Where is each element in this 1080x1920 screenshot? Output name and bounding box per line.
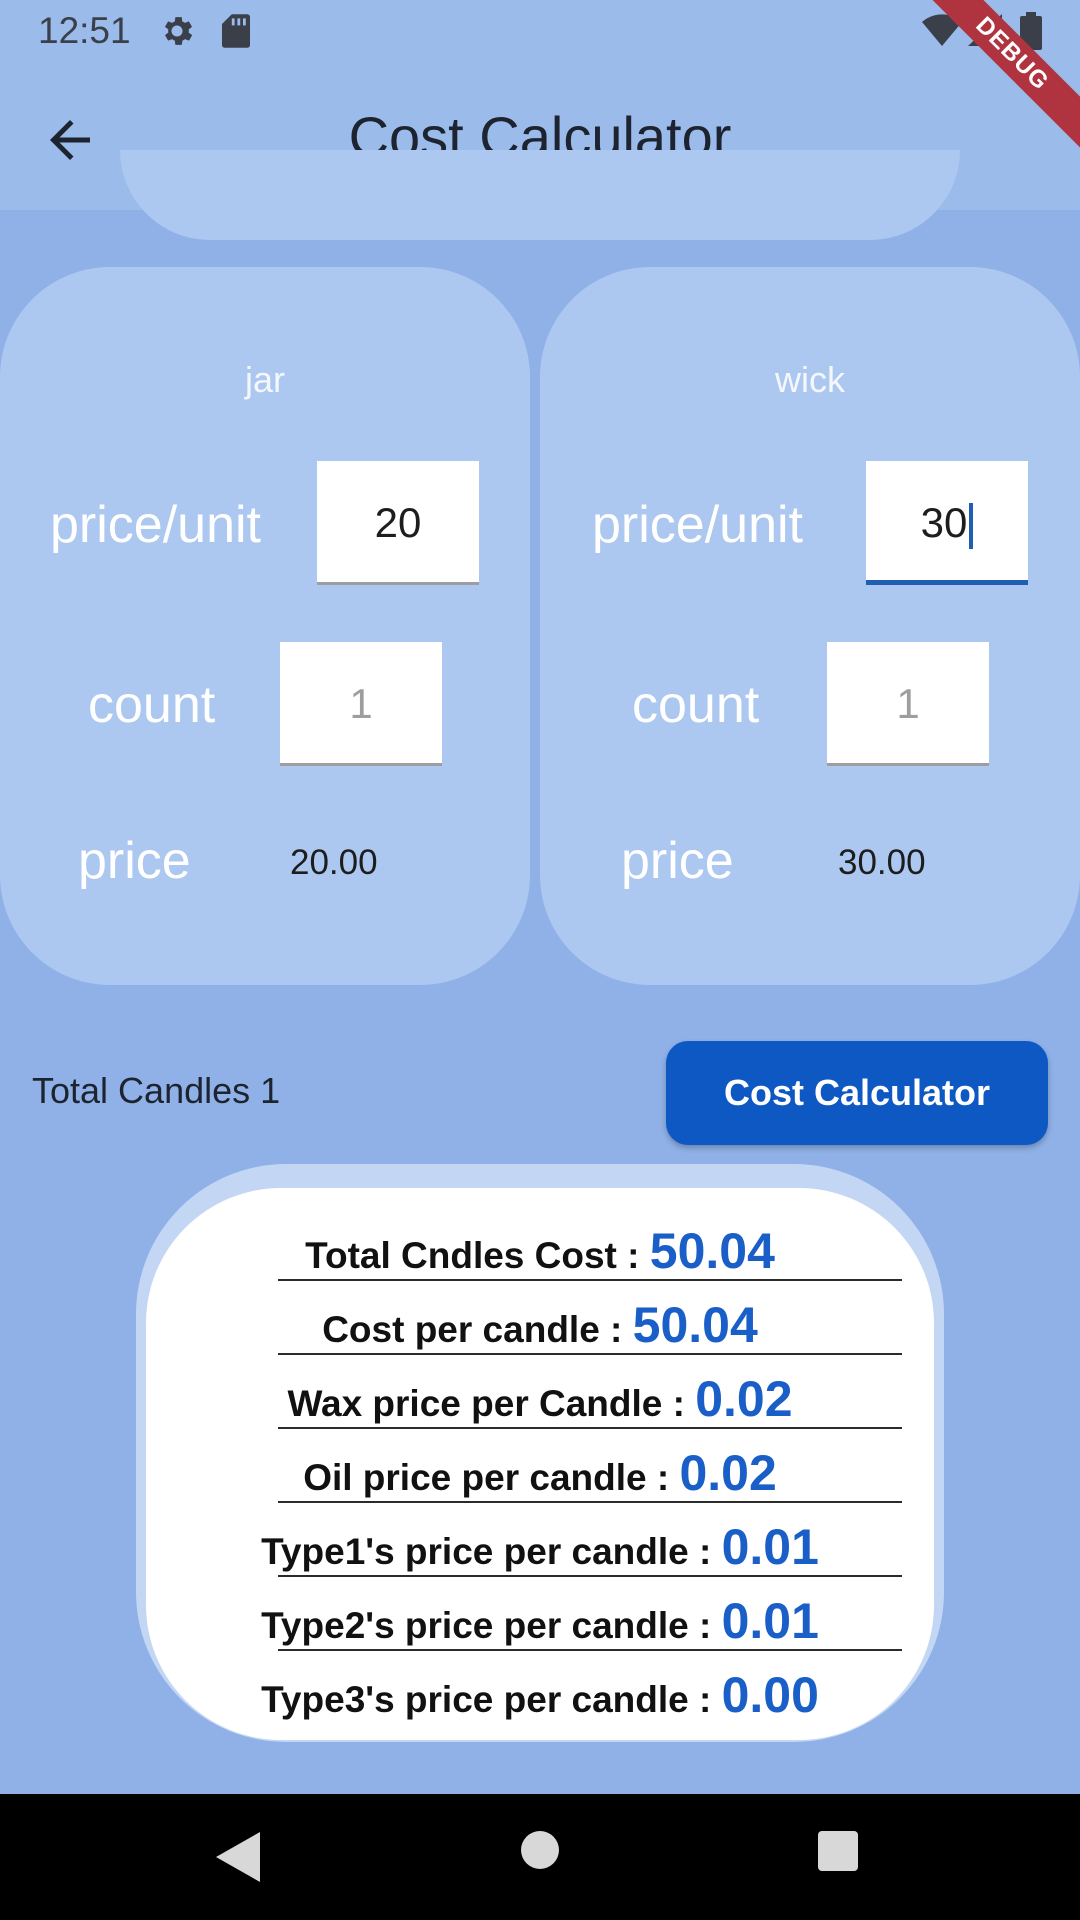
gear-icon — [164, 17, 193, 45]
result-row-type3-price: Type3's price per candle : 0.00 — [146, 1666, 934, 1738]
scrolled-card-edge — [120, 150, 960, 240]
divider — [278, 1649, 902, 1651]
jar-count-input[interactable]: 1 — [280, 642, 442, 766]
result-label: Type3's price per candle : — [261, 1679, 722, 1720]
result-row-oil-price: Oil price per candle : 0.02 — [146, 1444, 934, 1516]
result-row-cost-per-candle: Cost per candle : 50.04 — [146, 1296, 934, 1368]
result-value: 0.02 — [679, 1445, 777, 1501]
price-label: price — [78, 832, 191, 890]
result-value: 50.04 — [649, 1223, 775, 1279]
count-label: count — [88, 676, 216, 734]
price-label: price — [621, 832, 734, 890]
divider — [278, 1575, 902, 1577]
nav-back-icon[interactable] — [216, 1832, 260, 1882]
jar-price-value: 20.00 — [290, 843, 378, 882]
wick-count-input[interactable]: 1 — [827, 642, 989, 766]
card-title: wick — [775, 359, 845, 400]
wick-price-value: 30.00 — [838, 843, 926, 882]
input-value: 30 — [920, 499, 968, 546]
result-row-type2-price: Type2's price per candle : 0.01 — [146, 1592, 934, 1664]
status-time: 12:51 — [38, 10, 131, 51]
divider — [278, 1353, 902, 1355]
result-label: Oil price per candle : — [303, 1457, 680, 1498]
divider — [278, 1427, 902, 1429]
count-label: count — [632, 676, 760, 734]
result-label: Type2's price per candle : — [261, 1605, 722, 1646]
price-unit-label: price/unit — [592, 496, 803, 554]
result-value: 0.00 — [721, 1667, 819, 1723]
result-row-type1-price: Type1's price per candle : 0.01 — [146, 1518, 934, 1590]
status-bar: 12:51 — [0, 0, 1080, 66]
sd-card-icon — [222, 14, 250, 48]
system-nav-bar — [0, 1794, 1080, 1920]
jar-card: jar price/unit 20 count 1 price 20.00 — [0, 267, 530, 985]
card-title: jar — [244, 359, 285, 400]
result-label: Wax price per Candle : — [287, 1383, 696, 1424]
nav-home-icon[interactable] — [521, 1831, 559, 1869]
result-value: 0.01 — [721, 1593, 819, 1649]
result-value: 0.01 — [721, 1519, 819, 1575]
total-candles-label: Total Candles 1 — [32, 1070, 281, 1111]
result-label: Total Cndles Cost : — [305, 1235, 650, 1276]
price-unit-label: price/unit — [50, 496, 261, 554]
result-value: 0.02 — [695, 1371, 793, 1427]
divider — [278, 1501, 902, 1503]
result-label: Cost per candle : — [322, 1309, 633, 1350]
result-value: 50.04 — [632, 1297, 758, 1353]
cost-calculator-button[interactable]: Cost Calculator — [666, 1041, 1048, 1145]
divider — [278, 1279, 902, 1281]
text-caret — [969, 502, 974, 549]
result-row-total-cost: Total Cndles Cost : 50.04 — [146, 1222, 934, 1294]
result-row-wax-price: Wax price per Candle : 0.02 — [146, 1370, 934, 1442]
jar-price-unit-input[interactable]: 20 — [317, 461, 479, 585]
nav-recents-icon[interactable] — [818, 1831, 858, 1871]
wick-price-unit-input[interactable]: 30 — [866, 461, 1028, 585]
results-card: Total Cndles Cost : 50.04 Cost per candl… — [146, 1188, 934, 1740]
result-label: Type1's price per candle : — [261, 1531, 722, 1572]
wick-card: wick price/unit 30 count 1 price 30.00 — [540, 267, 1080, 985]
